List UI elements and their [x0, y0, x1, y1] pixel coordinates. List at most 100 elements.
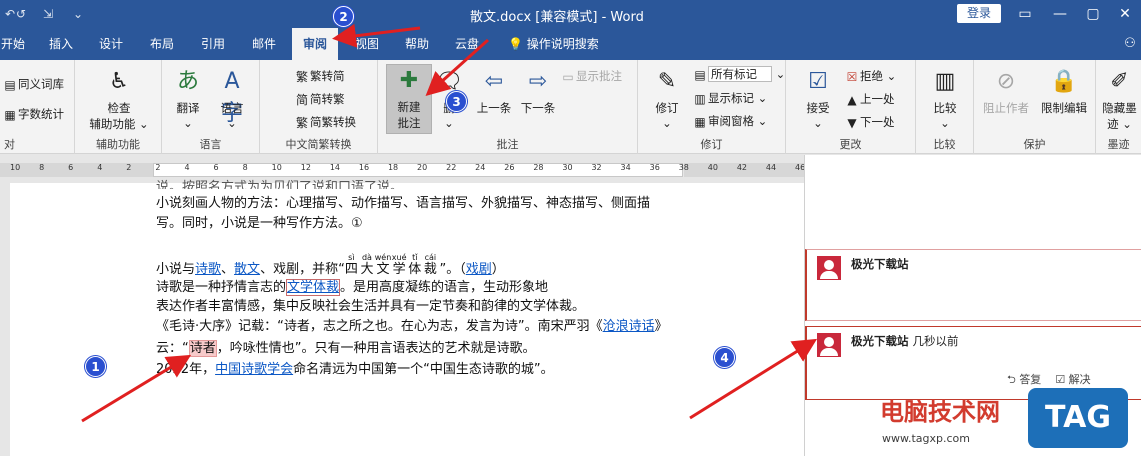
- customize-qat-icon[interactable]: ⌄: [70, 6, 86, 22]
- previous-comment-icon: ⇦: [484, 69, 504, 94]
- tab-review[interactable]: 审阅: [292, 28, 338, 60]
- text: 。是用高度凝练的语言，生动形象地: [340, 280, 549, 295]
- ruler-number: 8: [39, 163, 45, 172]
- thesaurus-label: 同义词库: [18, 77, 64, 91]
- show-markup-button[interactable]: ▥ 显示标记 ⌄: [692, 90, 767, 106]
- minimize-icon[interactable]: —: [1045, 4, 1075, 24]
- reject-button[interactable]: ☒ 拒绝 ⌄: [844, 68, 897, 84]
- ruby-char: 裁cái: [423, 253, 437, 277]
- ruler-number: 42: [736, 163, 748, 172]
- trad-to-simp-label: 繁转简: [310, 69, 345, 83]
- link-drama[interactable]: 戏剧: [466, 262, 492, 277]
- next-comment-button[interactable]: ⇨ 下一条: [516, 66, 560, 116]
- previous-comment-button[interactable]: ⇦ 上一条: [472, 66, 516, 116]
- word-count-icon: ▦: [4, 107, 16, 122]
- tab-home[interactable]: 开始: [0, 28, 26, 60]
- tab-cloud[interactable]: 云盘: [450, 28, 484, 60]
- tab-layout[interactable]: 布局: [145, 28, 179, 60]
- login-button[interactable]: 登录: [957, 4, 1001, 23]
- comment-author: 极光下载站 几秒以前: [851, 333, 959, 349]
- tell-me-search[interactable]: 💡 操作说明搜索: [508, 28, 599, 60]
- word-count-button[interactable]: ▦ 字数统计: [2, 106, 64, 122]
- link-poetry-society[interactable]: 中国诗歌学会: [215, 362, 293, 377]
- trad-to-simp-button[interactable]: 繁繁转简: [294, 68, 345, 84]
- link-canglang[interactable]: 沧浪诗话: [603, 319, 655, 334]
- markup-dropdown[interactable]: ▤ 所有标记 ⌄: [692, 66, 785, 82]
- group-chinese-conversion: 繁繁转简 简简转繁 繁简繁转换 中文简繁转换: [260, 60, 378, 154]
- doc-line: 表达作者丰富情感，集中反映社会生活并具有一定节奏和韵律的文学体裁。: [156, 299, 586, 314]
- share-user-icon[interactable]: ⚇: [1122, 36, 1138, 52]
- text: 云：“: [156, 341, 189, 356]
- simp-to-trad-button[interactable]: 简简转繁: [294, 91, 345, 107]
- show-comments-button[interactable]: ▭ 显示批注: [560, 68, 622, 84]
- link-prose[interactable]: 散文: [234, 262, 260, 277]
- translate-button[interactable]: あ 翻译 ⌄: [168, 66, 208, 130]
- tab-references[interactable]: 引用: [196, 28, 230, 60]
- tab-view[interactable]: 视图: [350, 28, 384, 60]
- tell-me-label: 操作说明搜索: [526, 37, 599, 51]
- ruby-char: 体tǐ: [408, 253, 422, 277]
- ruler-number: 4: [97, 163, 103, 172]
- translate-label: 翻译: [176, 101, 200, 115]
- check-label: 检查: [107, 101, 131, 115]
- next-change-label: 下一处: [860, 115, 895, 129]
- convert-button[interactable]: 繁简繁转换: [294, 114, 356, 130]
- next-label: 下一条: [520, 101, 556, 115]
- group-label-chinese: 中文简繁转换: [285, 138, 352, 151]
- text: ，吟咏性情也”。只有一种用言语表达的艺术就是诗歌。: [216, 341, 536, 356]
- reject-icon: ☒: [846, 69, 858, 84]
- avatar: [817, 256, 841, 280]
- watermark-url: www.tagxp.com: [882, 432, 970, 445]
- accessibility-check-icon: ♿: [109, 69, 129, 94]
- tab-design[interactable]: 设计: [94, 28, 128, 60]
- step-badge-3: 3: [446, 91, 467, 112]
- tab-mailings[interactable]: 邮件: [247, 28, 281, 60]
- link-poetry[interactable]: 诗歌: [195, 262, 221, 277]
- convert-label: 简繁转换: [310, 115, 356, 129]
- group-label-language: 语言: [199, 138, 222, 151]
- block-authors-button[interactable]: ⊘ 阻止作者: [980, 66, 1032, 116]
- ruler-number: 8: [242, 163, 248, 172]
- hide-ink-label1: 隐藏墨: [1102, 101, 1137, 115]
- compare-icon: ▥: [934, 69, 956, 94]
- ruler-number: 44: [765, 163, 777, 172]
- group-changes: ☑ 接受 ⌄ ☒ 拒绝 ⌄ ▲ 上一处 ▼ 下一处 更改: [786, 60, 916, 154]
- track-changes-button[interactable]: ✎ 修订 ⌄: [646, 66, 688, 130]
- next-change-button[interactable]: ▼ 下一处: [844, 114, 895, 130]
- ruler-number: 12: [300, 163, 311, 172]
- link-literary-genre[interactable]: 文学体裁: [286, 279, 341, 296]
- group-label-protect: 保护: [1023, 138, 1046, 151]
- comment-card[interactable]: 极光下载站: [805, 249, 1141, 321]
- touch-mode-icon[interactable]: ⇲: [40, 6, 56, 22]
- maximize-icon[interactable]: ▢: [1078, 4, 1108, 24]
- language-button[interactable]: A字 语言 ⌄: [212, 66, 252, 130]
- ruler-number: 40: [707, 163, 718, 172]
- document-page[interactable]: 说。按照名方式为为贝们了说和口语了说。 小说刻画人物的方法：心理描写、动作描写、…: [10, 180, 804, 456]
- ruler-number: 6: [213, 163, 219, 172]
- doc-line: 《毛诗·大序》记载：“诗者，志之所之也。在心为志，发言为诗”。南宋严羽《沧浪诗话…: [156, 318, 668, 336]
- ribbon-display-icon[interactable]: ▭: [1010, 4, 1040, 24]
- restrict-editing-button[interactable]: 🔒 限制编辑: [1036, 66, 1092, 116]
- tab-insert[interactable]: 插入: [44, 28, 78, 60]
- redo-icon[interactable]: ↺: [13, 6, 29, 22]
- close-icon[interactable]: ✕: [1110, 4, 1140, 24]
- commented-text[interactable]: 诗者: [188, 340, 217, 357]
- new-comment-button[interactable]: ✚ 新建 批注: [386, 64, 432, 134]
- reviewing-pane-button[interactable]: ▦ 审阅窗格 ⌄: [692, 113, 767, 129]
- language-label: 语言: [220, 101, 244, 115]
- accept-button[interactable]: ☑ 接受 ⌄: [798, 66, 838, 130]
- tab-help[interactable]: 帮助: [400, 28, 434, 60]
- hide-ink-button[interactable]: ✐ 隐藏墨 迹 ⌄: [1098, 66, 1141, 132]
- check-accessibility-button[interactable]: ♿ 检查 辅助功能 ⌄: [87, 66, 151, 132]
- compare-button[interactable]: ▥ 比较 ⌄: [925, 66, 965, 130]
- ruler-number: 30: [562, 163, 573, 172]
- ruler-number: 26: [504, 163, 515, 172]
- group-comments: ✚ 新建 批注 🗨 删⌄ ⇦ 上一条 ⇨ 下一条 ▭显示批注 批注: [378, 60, 638, 154]
- ruler-number: 2: [126, 163, 132, 172]
- reviewing-pane-icon: ▦: [694, 114, 706, 129]
- thesaurus-button[interactable]: ▤ 同义词库: [2, 76, 64, 92]
- group-language: あ 翻译 ⌄ A字 语言 ⌄ 语言: [162, 60, 260, 154]
- previous-change-button[interactable]: ▲ 上一处: [844, 91, 894, 107]
- text: 命名清远为中国第一个“中国生态诗歌的城”。: [293, 362, 554, 377]
- ruler-number: 16: [358, 163, 370, 172]
